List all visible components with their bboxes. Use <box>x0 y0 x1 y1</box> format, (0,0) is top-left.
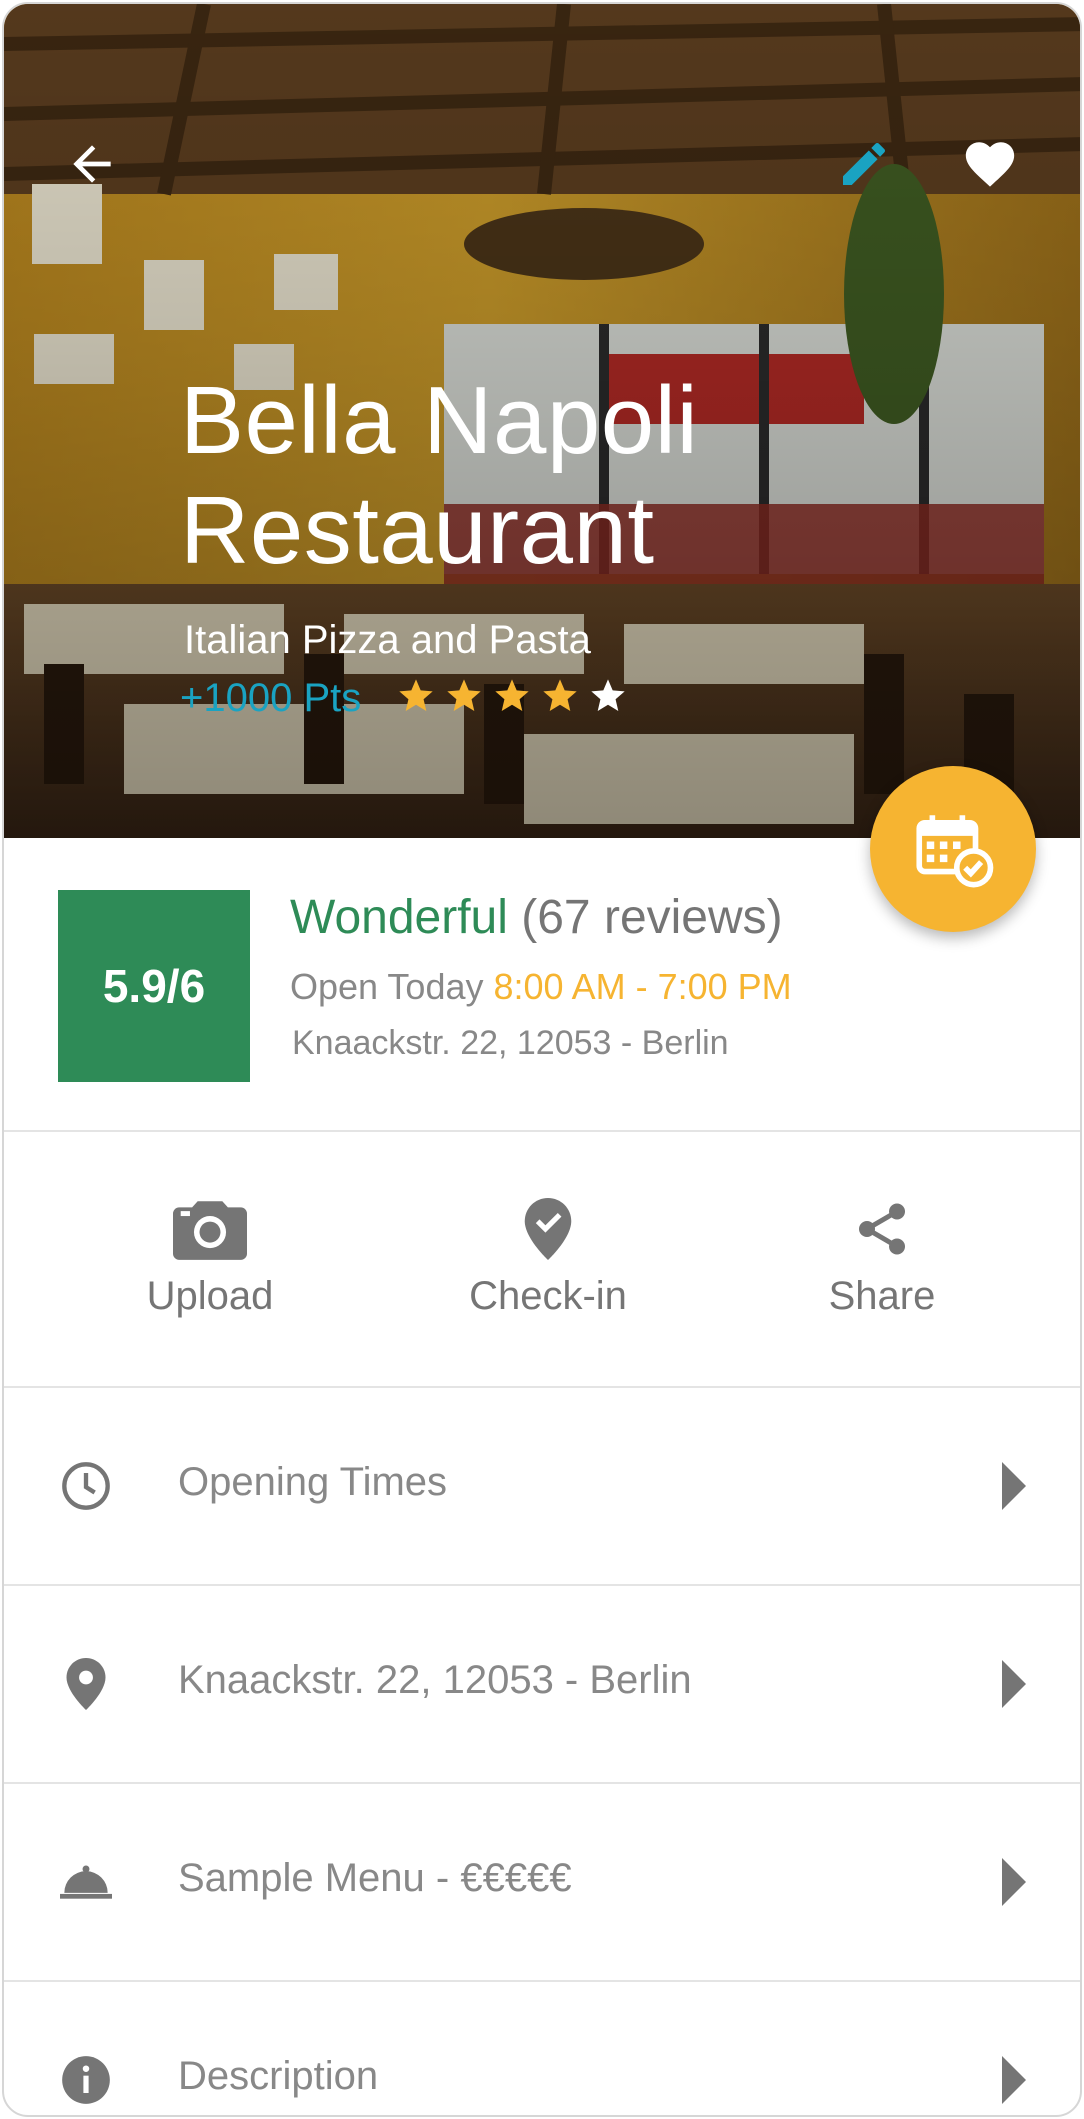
rating-summary: Wonderful (67 reviews) <box>290 890 783 945</box>
star-icon <box>399 679 433 711</box>
share-label: Share <box>828 1274 936 1318</box>
star-icon <box>495 679 529 711</box>
favorite-button[interactable] <box>950 124 1030 204</box>
chevron-right-icon <box>1002 1858 1026 1906</box>
points-label: +1000 Pts <box>180 676 362 720</box>
title-line-1: Bella Napoli <box>180 367 699 474</box>
location-check-icon <box>524 1198 572 1260</box>
open-today-label: Open Today <box>290 966 484 1007</box>
score-badge: 5.9/6 <box>58 890 250 1082</box>
pencil-icon <box>843 142 886 185</box>
rating-word: Wonderful <box>290 891 508 944</box>
share-icon <box>859 1203 905 1255</box>
reviews-count[interactable]: (67 reviews) <box>521 891 782 944</box>
list-item-label: Description <box>178 2054 379 2098</box>
edit-button[interactable] <box>824 124 904 204</box>
check-in-label: Check-in <box>469 1274 627 1318</box>
list-item-label: Opening Times <box>178 1460 448 1504</box>
upload-label: Upload <box>146 1274 274 1318</box>
list-item-opening-times[interactable]: Opening Times <box>4 1388 1080 1584</box>
chevron-right-icon <box>1002 1660 1026 1708</box>
restaurant-title: Bella Napoli Restaurant <box>180 366 980 586</box>
cuisine-subtitle: Italian Pizza and Pasta <box>184 618 591 662</box>
food-cloche-icon <box>60 1865 112 1899</box>
list-item-address[interactable]: Knaackstr. 22, 12053 - Berlin <box>4 1586 1080 1782</box>
list-item-description[interactable]: Description <box>4 1982 1080 2115</box>
title-line-2: Restaurant <box>180 477 655 584</box>
book-table-fab[interactable] <box>870 766 1036 932</box>
star-rating <box>396 676 628 716</box>
heart-icon <box>965 142 1015 187</box>
list-item-sample-menu[interactable]: Sample Menu - €€€€€ <box>4 1784 1080 1980</box>
info-icon <box>62 2056 110 2104</box>
upload-button[interactable]: Upload <box>90 1194 330 1319</box>
hours-value: 8:00 AM - 7:00 PM <box>493 966 792 1007</box>
check-in-button[interactable]: Check-in <box>428 1194 668 1319</box>
share-button[interactable]: Share <box>762 1194 1002 1319</box>
star-icon <box>447 679 481 711</box>
map-pin-icon <box>66 1658 106 1710</box>
opening-hours: Open Today 8:00 AM - 7:00 PM <box>290 966 792 1008</box>
back-button[interactable] <box>52 124 132 204</box>
summary-address: Knaackstr. 22, 12053 - Berlin <box>292 1024 729 1062</box>
clock-icon <box>62 1462 110 1510</box>
camera-icon <box>173 1201 247 1260</box>
star-icon <box>591 679 625 711</box>
hero-section: Bella Napoli Restaurant Italian Pizza an… <box>4 4 1080 838</box>
list-item-label: Sample Menu - €€€€€ <box>178 1856 572 1900</box>
calendar-check-icon <box>916 815 994 888</box>
star-icon <box>543 679 577 711</box>
arrow-back-icon <box>73 145 111 183</box>
list-item-label: Knaackstr. 22, 12053 - Berlin <box>178 1658 692 1702</box>
divider <box>4 1130 1080 1132</box>
screen-frame: Bella Napoli Restaurant Italian Pizza an… <box>2 2 1082 2117</box>
chevron-right-icon <box>1002 2056 1026 2104</box>
chevron-right-icon <box>1002 1462 1026 1510</box>
